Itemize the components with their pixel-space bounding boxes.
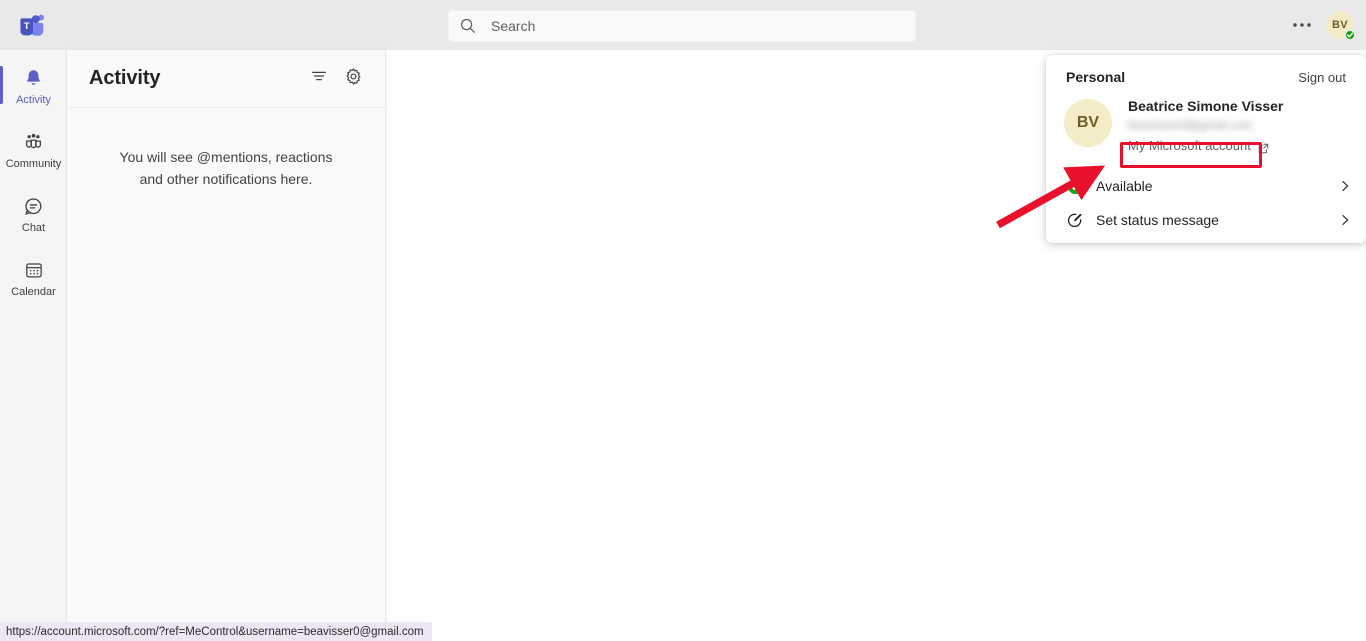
- set-status-message-label: Set status message: [1096, 212, 1219, 228]
- external-link-icon: [1258, 141, 1269, 153]
- status-options: Available Set status message: [1046, 169, 1366, 237]
- sidebar-item-label: Chat: [21, 222, 46, 234]
- set-status-message-row[interactable]: Set status message: [1046, 203, 1366, 237]
- active-indicator-bar: [0, 66, 3, 104]
- calendar-icon: [24, 257, 44, 283]
- activity-pane: Activity You will see @mentions, reactio…: [67, 50, 386, 641]
- presence-available-badge: [1344, 29, 1356, 41]
- available-status-icon: [1066, 177, 1084, 195]
- svg-text:T: T: [24, 21, 30, 32]
- teams-window: T BV: [0, 0, 1366, 641]
- browser-status-bar: https://account.microsoft.com/?ref=MeCon…: [0, 622, 432, 641]
- sidebar-item-calendar[interactable]: Calendar: [0, 250, 67, 306]
- microsoft-teams-logo: T: [20, 13, 48, 39]
- sidebar-item-label: Activity: [16, 94, 51, 106]
- edit-status-icon: [1066, 211, 1084, 229]
- notification-settings-button[interactable]: [339, 65, 367, 93]
- my-microsoft-account-label: My Microsoft account: [1128, 138, 1251, 153]
- filter-button[interactable]: [305, 65, 333, 93]
- status-bar-url: https://account.microsoft.com/?ref=MeCon…: [6, 625, 424, 638]
- account-flyout-panel: Personal Sign out BV Beatrice Simone Vis…: [1046, 55, 1366, 243]
- gear-icon: [344, 67, 363, 91]
- account-display-name: Beatrice Simone Visser: [1128, 98, 1284, 114]
- sidebar-item-community[interactable]: Community: [0, 122, 67, 178]
- search-icon: [459, 17, 477, 35]
- search-input[interactable]: [491, 12, 905, 40]
- my-microsoft-account-link[interactable]: My Microsoft account: [1128, 137, 1269, 155]
- chevron-right-icon: [1338, 213, 1352, 227]
- status-available-row[interactable]: Available: [1046, 169, 1366, 203]
- account-section-label: Personal: [1066, 69, 1126, 85]
- more-options-button[interactable]: [1290, 14, 1314, 36]
- sign-out-button[interactable]: Sign out: [1298, 70, 1346, 85]
- avatar: BV: [1064, 99, 1112, 147]
- sidebar-item-chat[interactable]: Chat: [0, 186, 67, 242]
- flyout-header: Personal Sign out: [1046, 55, 1366, 85]
- sidebar-item-label: Calendar: [11, 286, 56, 298]
- top-bar: T BV: [0, 0, 1366, 50]
- bell-icon: [23, 65, 44, 91]
- chevron-right-icon: [1338, 179, 1352, 193]
- page-title: Activity: [89, 67, 161, 89]
- activity-empty-state: You will see @mentions, reactions and ot…: [67, 146, 385, 190]
- account-email-redacted: beavisser0@gmail.com: [1128, 118, 1253, 132]
- sidebar-item-activity[interactable]: Activity: [0, 58, 67, 114]
- flyout-identity: BV Beatrice Simone Visser beavisser0@gma…: [1046, 85, 1366, 155]
- sidebar-item-label: Community: [5, 158, 62, 170]
- people-icon: [22, 129, 45, 155]
- empty-state-line-1: You will see @mentions, reactions: [119, 149, 333, 165]
- chat-icon: [23, 193, 44, 219]
- left-navigation-rail: Activity Community Chat Calendar: [0, 50, 67, 641]
- status-badge: Available: [1096, 178, 1153, 194]
- search-box[interactable]: [448, 10, 916, 42]
- empty-state-line-2: and other notifications here.: [139, 171, 313, 187]
- filter-icon: [310, 67, 328, 90]
- activity-pane-header: Activity: [67, 50, 385, 108]
- account-avatar-button[interactable]: BV: [1326, 11, 1356, 41]
